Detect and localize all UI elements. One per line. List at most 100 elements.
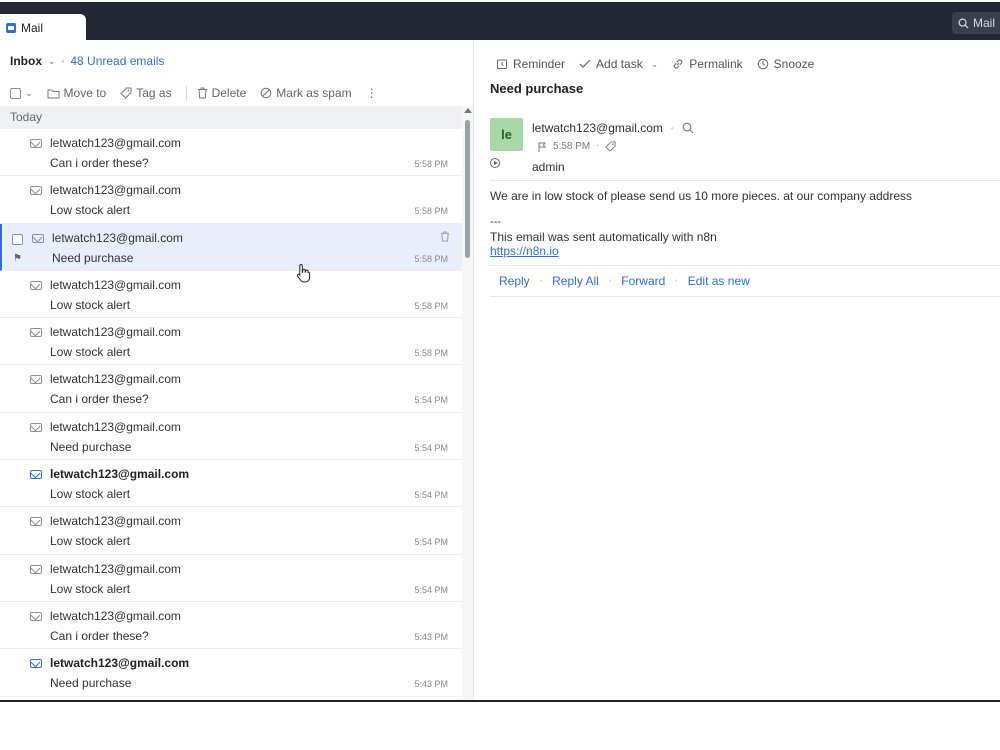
- reading-toolbar: Reminder Add task ⌄ Permalink Snooze: [496, 57, 828, 71]
- email-list-item[interactable]: letwatch123@gmail.com Low stock alert 5:54…: [0, 554, 462, 602]
- snooze-button[interactable]: Snooze: [757, 57, 815, 71]
- mark-as-spam-button[interactable]: Mark as spam: [260, 86, 352, 100]
- email-sender: letwatch123@gmail.com: [52, 230, 183, 245]
- mail-window: Mail Mail Inbox ⌄ • 48 Unread emails ⌄ M…: [0, 0, 1000, 702]
- flag-icon[interactable]: ⚑: [13, 253, 22, 264]
- email-subject: Low stock alert: [50, 581, 131, 596]
- more-options-button[interactable]: ⋮: [366, 86, 378, 100]
- reminder-button[interactable]: Reminder: [496, 57, 565, 71]
- envelope-icon: [30, 375, 42, 385]
- forward-button[interactable]: Forward: [621, 274, 665, 288]
- chevron-down-icon[interactable]: ⌄: [651, 59, 659, 70]
- search-scope-label: Mail: [973, 16, 996, 30]
- envelope-icon: [30, 564, 42, 574]
- tag-as-button[interactable]: Tag as: [120, 86, 172, 100]
- envelope-icon: [30, 611, 42, 621]
- checkmark-icon: [579, 59, 591, 68]
- signature-separator: ---: [490, 216, 501, 228]
- edit-as-new-button[interactable]: Edit as new: [688, 274, 750, 288]
- search-box[interactable]: Mail: [952, 12, 1000, 34]
- email-list-item[interactable]: letwatch123@gmail.com Need purchase 5:54 P…: [0, 412, 462, 461]
- permalink-label: Permalink: [689, 57, 743, 71]
- avatar[interactable]: le: [490, 118, 523, 151]
- email-list-item[interactable]: letwatch123@gmail.com Can i order these? 5…: [0, 365, 462, 413]
- email-list-item[interactable]: letwatch123@gmail.com Low stock alert 5:54…: [0, 460, 462, 508]
- email-sender: letwatch123@gmail.com: [50, 136, 181, 150]
- mail-logo-icon: [6, 23, 16, 33]
- email-time: 5:58 PM: [414, 348, 448, 359]
- email-sender: letwatch123@gmail.com: [50, 419, 181, 434]
- folder-header: Inbox ⌄ • 48 Unread emails: [10, 54, 164, 68]
- email-subject: Low stock alert: [50, 534, 131, 549]
- email-sender: letwatch123@gmail.com: [50, 561, 181, 576]
- unread-count-link[interactable]: 48 Unread emails: [70, 54, 164, 68]
- alarm-clock-icon: [497, 59, 507, 69]
- body-divider: [490, 265, 1000, 266]
- delete-button[interactable]: Delete: [197, 86, 246, 100]
- email-list-item[interactable]: letwatch123@gmail.com Low stock alert 5:58…: [0, 270, 462, 319]
- tag-icon[interactable]: [604, 141, 616, 152]
- header-divider: [490, 180, 1000, 181]
- move-to-button[interactable]: Move to: [47, 86, 106, 100]
- envelope-icon: [30, 186, 42, 196]
- trash-icon[interactable]: [440, 231, 450, 245]
- email-list-item[interactable]: letwatch123@gmail.com Low stock alert 5:58…: [0, 176, 462, 224]
- chevron-down-icon[interactable]: ⌄: [48, 56, 56, 67]
- expand-recipients-icon[interactable]: [490, 158, 500, 168]
- sender-address[interactable]: letwatch123@gmail.com: [532, 121, 663, 135]
- select-all-checkbox[interactable]: ⌄: [10, 87, 33, 99]
- email-body-text: We are in low stock of please send us 10…: [490, 189, 912, 203]
- reply-all-button[interactable]: Reply All: [552, 274, 599, 288]
- reading-pane: Reminder Add task ⌄ Permalink Snooze Nee…: [473, 40, 1000, 702]
- email-time: 5:43 PM: [414, 631, 448, 642]
- email-list-item[interactable]: letwatch123@gmail.com Low stock alert 5:58…: [0, 318, 462, 366]
- list-scrollbar[interactable]: [462, 106, 473, 702]
- reply-button[interactable]: Reply: [499, 274, 530, 288]
- email-time: 5:54 PM: [414, 537, 448, 548]
- email-time: 5:54 PM: [414, 442, 448, 453]
- add-task-button[interactable]: Add task: [579, 57, 643, 71]
- top-bar: Mail Mail: [0, 2, 1000, 42]
- message-list-panel: Inbox ⌄ • 48 Unread emails ⌄ Move to Tag…: [0, 40, 473, 702]
- email-list: letwatch123@gmail.com Can i order these? 5…: [0, 129, 462, 697]
- email-sender: letwatch123@gmail.com: [50, 372, 181, 387]
- email-subject: Low stock alert: [50, 487, 131, 502]
- reminder-label: Reminder: [513, 57, 566, 71]
- email-list-item[interactable]: letwatch123@gmail.com Can i order these? 5…: [0, 601, 462, 650]
- envelope-icon: [30, 659, 42, 669]
- separator-dot: •: [61, 56, 65, 66]
- email-time: 5:58 PM: [414, 300, 448, 311]
- link-icon: [673, 59, 683, 69]
- permalink-button[interactable]: Permalink: [672, 57, 743, 71]
- toolbar-divider: [185, 86, 187, 100]
- recipient[interactable]: admin: [532, 160, 565, 174]
- separator-dot: •: [539, 277, 543, 285]
- search-icon[interactable]: [682, 122, 694, 134]
- email-list-item[interactable]: letwatch123@gmail.com Low stock alert 5:54…: [0, 507, 462, 555]
- email-meta: 5:58 PM •: [538, 141, 616, 152]
- actions-divider: [490, 296, 1000, 297]
- email-list-item[interactable]: letwatch123@gmail.com Can i order these? 5…: [0, 129, 462, 177]
- row-checkbox[interactable]: [12, 233, 23, 245]
- list-toolbar: ⌄ Move to Tag as Delete Mark as spam ⋮: [10, 84, 392, 102]
- mark-as-spam-label: Mark as spam: [276, 86, 352, 100]
- flag-icon[interactable]: [538, 142, 547, 152]
- signature-link[interactable]: https://n8n.io: [490, 244, 559, 258]
- chevron-down-icon[interactable]: ⌄: [25, 88, 33, 99]
- envelope-icon: [30, 328, 42, 338]
- email-list-item[interactable]: letwatch123@gmail.com Need purchase 5:43 P…: [0, 649, 462, 697]
- snooze-label: Snooze: [773, 57, 815, 71]
- app-tab-mail[interactable]: Mail: [0, 14, 86, 42]
- sender-line: letwatch123@gmail.com •: [532, 121, 694, 135]
- email-sender: letwatch123@gmail.com: [50, 325, 181, 340]
- scrollbar-thumb[interactable]: [465, 120, 470, 258]
- scroll-up-arrow-icon[interactable]: [464, 108, 472, 113]
- add-task-label: Add task: [596, 57, 643, 71]
- envelope-icon: [30, 470, 42, 480]
- envelope-icon: [30, 422, 42, 432]
- email-subject: Need purchase: [490, 81, 584, 96]
- folder-name[interactable]: Inbox: [10, 54, 42, 68]
- email-list-item[interactable]: ⚑ letwatch123@gmail.com Need purchase 5:58 …: [0, 223, 462, 271]
- search-icon: [958, 18, 969, 29]
- window-bottom-border: [0, 700, 1000, 702]
